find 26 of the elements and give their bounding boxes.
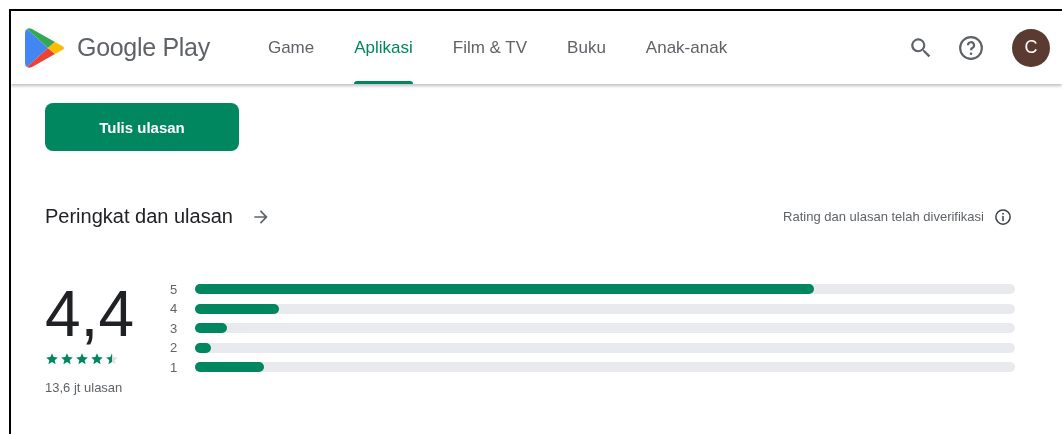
star-icon [90, 352, 104, 366]
review-count: 13,6 jt ulasan [45, 380, 124, 395]
help-icon[interactable] [958, 34, 984, 61]
play-logo-icon[interactable] [25, 25, 65, 70]
star-level-label: 5 [170, 281, 179, 297]
star-icon [60, 352, 74, 366]
nav-tab[interactable]: Film & TV [432, 11, 548, 84]
star-icon [45, 352, 59, 366]
write-review-button[interactable]: Tulis ulasan [45, 103, 239, 151]
section-title: Peringkat dan ulasan [45, 205, 233, 228]
nav-tab[interactable]: Game [247, 11, 335, 84]
star-icon [105, 352, 119, 366]
account-avatar[interactable]: C [1012, 28, 1050, 67]
star-level-label: 3 [170, 320, 179, 336]
star-level-label: 4 [170, 301, 179, 317]
nav-tab[interactable]: Aplikasi [334, 11, 433, 84]
nav-tab[interactable]: Buku [547, 11, 626, 84]
nav-tab[interactable]: Anak-anak [625, 11, 748, 84]
star-level-label: 2 [170, 340, 179, 356]
info-icon[interactable] [994, 207, 1012, 226]
star-icon [75, 352, 89, 366]
star-level-label: 1 [170, 359, 179, 375]
tab-indicator [354, 81, 413, 84]
verified-note: Rating dan ulasan telah diverifikasi [783, 209, 984, 224]
rating-score: 4,4 [45, 282, 135, 346]
brand-name[interactable]: Google Play [77, 33, 210, 62]
